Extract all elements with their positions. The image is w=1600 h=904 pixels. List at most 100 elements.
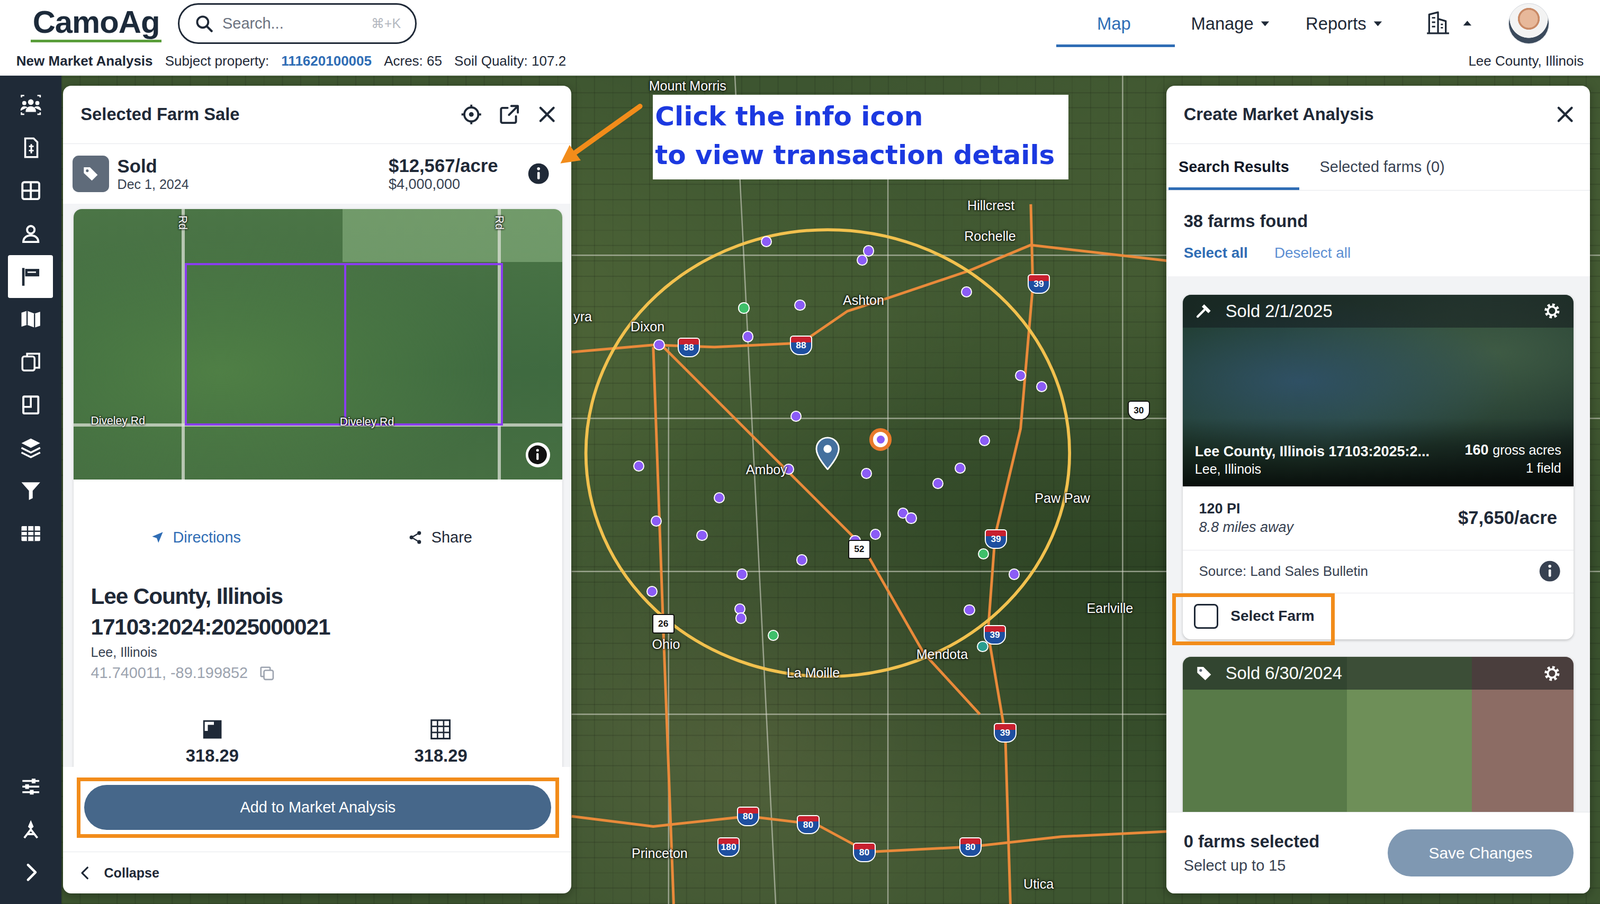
marker-dot [876, 435, 885, 444]
open-external-icon[interactable] [498, 103, 521, 126]
documents-icon [19, 351, 42, 374]
source-row: Source: Land Sales Bulletin [1182, 550, 1574, 593]
sidebar-item[interactable] [7, 340, 53, 384]
locate-icon[interactable] [460, 103, 483, 126]
dropdown-caret [1256, 15, 1274, 32]
farm-marker[interactable] [954, 462, 967, 475]
map[interactable]: Mount MorrisyraDixonAshtonHillcrestRoche… [61, 75, 1600, 904]
farm-marker[interactable] [645, 585, 659, 598]
farm-marker[interactable] [1014, 369, 1027, 382]
subject-id[interactable]: 111620100005 [281, 52, 372, 70]
copy-icon[interactable] [257, 664, 277, 683]
sidebar-item[interactable] [7, 126, 53, 170]
subject-pin-icon[interactable] [815, 436, 840, 475]
info-icon[interactable] [1538, 560, 1561, 583]
image-info-button[interactable] [525, 442, 551, 467]
stat-value: 318.29 [414, 745, 467, 767]
farm-marker[interactable] [978, 434, 991, 447]
farm-marker[interactable] [869, 428, 892, 451]
farm-marker[interactable] [793, 299, 806, 312]
chevron-left-icon [77, 865, 94, 882]
gear-icon[interactable] [1542, 301, 1562, 321]
sidebar-item[interactable] [7, 850, 53, 894]
sidebar-item[interactable] [7, 169, 53, 213]
marker-dot [869, 528, 882, 541]
sidebar-item[interactable] [7, 255, 53, 299]
marker-dot [796, 554, 808, 566]
farm-marker[interactable] [767, 629, 780, 642]
marker-dot [1008, 568, 1020, 580]
sidebar-item[interactable] [7, 426, 53, 470]
farm-marker[interactable] [977, 547, 990, 561]
sidebar-item[interactable] [7, 511, 53, 555]
search-input[interactable] [222, 14, 363, 33]
tab[interactable]: Selected farms (0) [1309, 144, 1455, 191]
tag-icon [1194, 664, 1214, 683]
gear-icon[interactable] [1542, 664, 1562, 683]
farm-marker[interactable] [963, 604, 976, 617]
directions-button[interactable]: Directions [73, 526, 319, 549]
collapse-button[interactable]: Collapse [63, 851, 572, 894]
marker-dot [760, 236, 772, 248]
tillable-icon [428, 717, 453, 742]
farm-marker[interactable] [1035, 380, 1048, 393]
farm-marker[interactable] [650, 515, 663, 528]
marker-dot [650, 515, 662, 527]
sidebar-item[interactable] [7, 83, 53, 127]
caret-down-icon [1369, 15, 1387, 32]
info-icon[interactable] [527, 162, 550, 185]
farm-marker[interactable] [632, 460, 645, 473]
farm-marker[interactable] [789, 410, 803, 423]
farm-marker[interactable] [1008, 568, 1021, 581]
sidebar-item[interactable] [7, 212, 53, 256]
farm-marker[interactable] [741, 330, 754, 343]
sidebar-item[interactable] [7, 298, 53, 341]
building-icon[interactable] [1424, 10, 1452, 37]
sidebar-item[interactable] [7, 469, 53, 512]
map-icon [19, 308, 42, 331]
farm-marker[interactable] [737, 301, 750, 314]
farm-marker[interactable] [713, 491, 726, 505]
share-button[interactable]: Share [317, 526, 563, 549]
logo[interactable]: CamoAg [30, 4, 163, 43]
settings-icon [19, 775, 42, 798]
farm-marker[interactable] [760, 235, 773, 248]
sidebar-item[interactable] [7, 807, 53, 851]
sales-icon [19, 136, 42, 159]
search-box[interactable]: ⌘+K [177, 3, 417, 44]
caret-up-icon[interactable] [1459, 15, 1476, 32]
add-to-market-analysis-button[interactable]: Add to Market Analysis [84, 785, 552, 831]
nav-item[interactable]: Map [1056, 0, 1175, 48]
close-icon[interactable] [535, 103, 559, 126]
checkbox[interactable] [1193, 604, 1219, 629]
nav-item[interactable]: Manage [1174, 0, 1290, 48]
farm-marker[interactable] [734, 612, 748, 625]
marker-dot [960, 286, 973, 298]
farm-marker[interactable] [869, 528, 882, 541]
farm-marker[interactable] [795, 553, 808, 566]
farm-marker[interactable] [931, 477, 945, 490]
tab[interactable]: Search Results [1168, 144, 1300, 191]
farm-marker[interactable] [960, 285, 973, 299]
farm-marker[interactable] [856, 254, 869, 267]
sidebar-item[interactable] [7, 383, 53, 427]
farm-marker[interactable] [652, 338, 665, 352]
save-button[interactable]: Save Changes [1387, 829, 1574, 877]
metrics-left: 120 PI8.8 miles away [1199, 499, 1294, 537]
sidebar-item[interactable] [7, 765, 53, 809]
farm-marker[interactable] [860, 467, 873, 480]
route-shield: 52 [848, 540, 871, 560]
avatar[interactable] [1508, 3, 1550, 44]
deselect-all-link[interactable]: Deselect all [1274, 244, 1351, 263]
select-all-link[interactable]: Select all [1183, 244, 1248, 263]
close-icon[interactable] [1553, 103, 1577, 126]
farm-marker[interactable] [904, 511, 918, 525]
farm-marker[interactable] [695, 529, 708, 542]
coordinates: 41.740011, -89.199852 [73, 664, 563, 683]
nav-item[interactable]: Reports [1289, 0, 1402, 48]
farm-marker[interactable] [735, 568, 749, 581]
select-farm-row[interactable]: Select Farm [1182, 592, 1574, 641]
analysis-bar: New Market AnalysisSubject property:1116… [0, 47, 1600, 76]
panel-title: Selected Farm Sale [80, 104, 461, 125]
copy-icon [257, 664, 277, 683]
